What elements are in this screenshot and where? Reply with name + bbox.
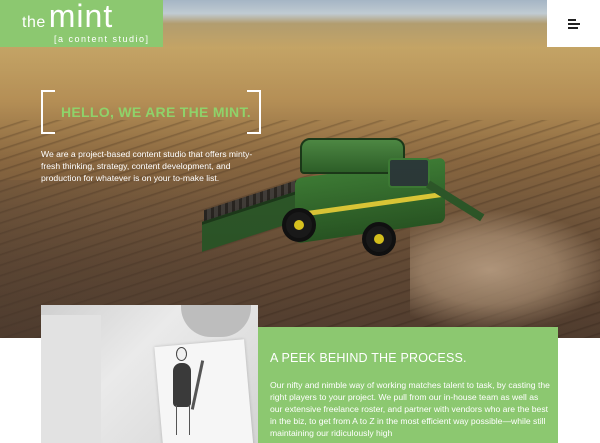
process-title: A PEEK BEHIND THE PROCESS. (270, 351, 467, 365)
hero-title: HELLO, WE ARE THE MINT. (61, 104, 251, 120)
process-photo (41, 305, 258, 443)
site-logo[interactable]: the mint [a content studio] (0, 0, 163, 47)
menu-button[interactable] (547, 0, 600, 47)
process-text: Our nifty and nimble way of working matc… (270, 380, 550, 438)
sketch-figure-body (173, 363, 191, 407)
left-bracket (41, 90, 55, 134)
logo-wordmark: the mint (22, 0, 163, 34)
logo-mint: mint (48, 0, 114, 34)
hero-description: We are a project-based content studio th… (41, 149, 253, 183)
logo-the: the (22, 14, 46, 31)
photo-hand (181, 305, 251, 337)
sketch-figure-head (176, 347, 187, 361)
sketch-figure-legs (176, 405, 190, 435)
logo-tagline: [a content studio] (54, 34, 150, 44)
hamburger-menu-icon (567, 18, 580, 30)
hero-title-frame: HELLO, WE ARE THE MINT. (41, 90, 261, 134)
process-section: A PEEK BEHIND THE PROCESS. Our nifty and… (258, 327, 558, 443)
photo-sketch-paper (154, 339, 254, 443)
photo-left-paper (41, 315, 101, 443)
